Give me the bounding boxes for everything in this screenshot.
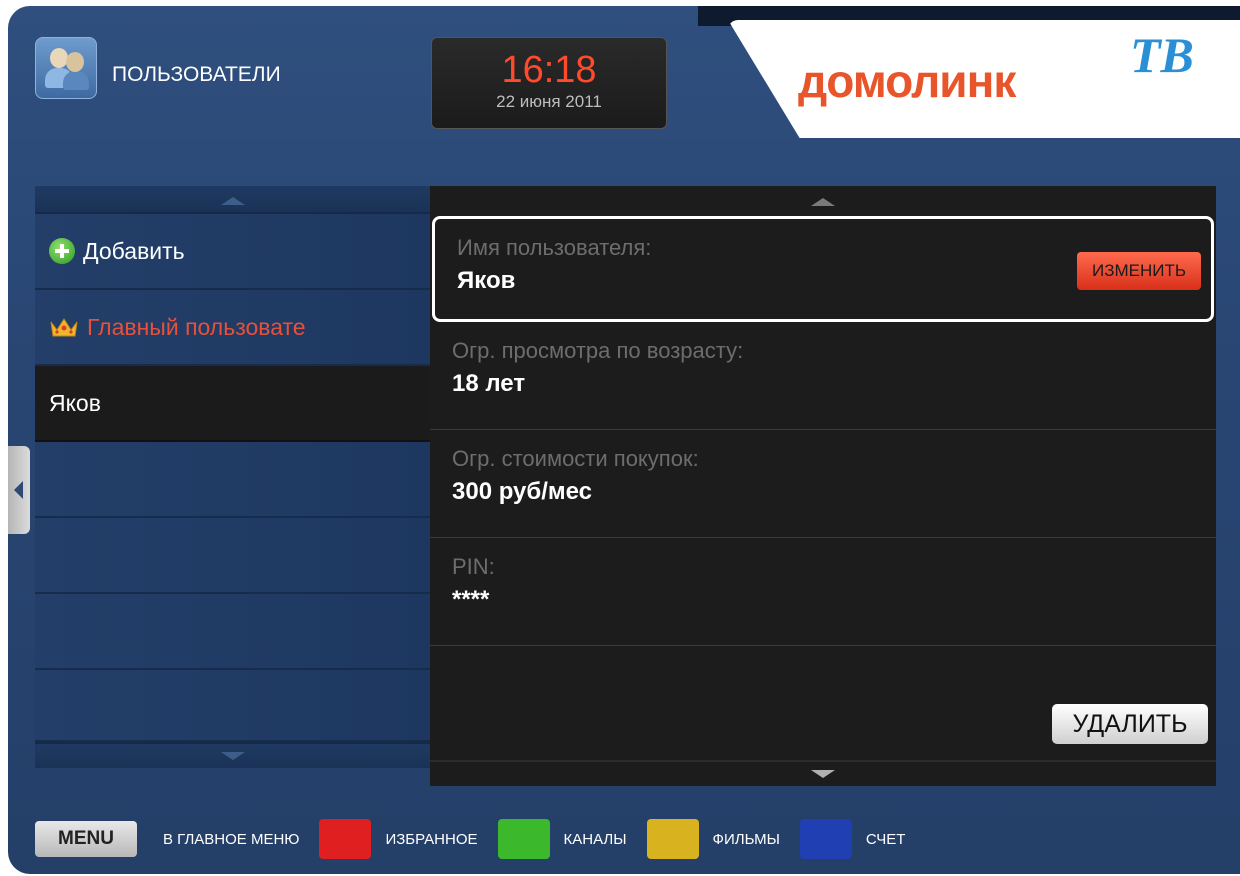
list-item-empty [35,670,430,742]
panel-top [8,138,1240,168]
list-item-add[interactable]: Добавить [35,214,430,290]
field-label: PIN: [452,554,495,579]
list-item-user[interactable]: Яков [35,366,430,442]
list-scroll-up[interactable] [35,186,430,214]
delete-button[interactable]: УДАЛИТЬ [1052,704,1208,744]
list-item-label: Добавить [83,237,185,264]
blue-key[interactable] [799,819,852,859]
logo-tv-mark: ТВ [1130,27,1194,83]
field-label: Огр. стоимости покупок: [452,446,699,471]
field-value: 18 лет [452,370,526,397]
yellow-key[interactable] [646,819,699,859]
crown-icon [50,318,78,337]
add-icon [49,238,75,264]
details-scroll-down[interactable] [430,760,1216,786]
account-label: СЧЕТ [865,830,906,848]
side-panel-toggle[interactable] [8,446,30,534]
logo-wordmark: домолинк [798,55,1016,107]
page-title: ПОЛЬЗОВАТЕЛИ [112,63,281,86]
details-scroll-up[interactable] [430,186,1216,216]
chevron-down-icon [811,770,835,778]
field-value: **** [452,586,490,613]
list-item-label: Главный пользовате [87,313,306,340]
green-key[interactable] [497,819,550,859]
field-label: Огр. просмотра по возрасту: [452,338,744,363]
list-item-empty [35,594,430,670]
channels-label: КАНАЛЫ [563,830,627,848]
field-pin[interactable]: PIN: **** [430,538,1216,646]
movies-label: ФИЛЬМЫ [712,830,780,848]
chevron-up-icon [811,198,835,206]
clock-widget: 16:18 22 июня 2011 [431,37,667,129]
chevron-down-icon [220,752,245,760]
field-username[interactable]: Имя пользователя: Яков ИЗМЕНИТЬ [432,216,1214,322]
user-list: Добавить Главный пользовате Яков [35,186,430,786]
clock-time: 16:18 [501,49,597,91]
clock-date: 22 июня 2011 [496,92,602,111]
user-details-panel: Имя пользователя: Яков ИЗМЕНИТЬ Огр. про… [430,186,1216,786]
field-age-limit[interactable]: Огр. просмотра по возрасту: 18 лет [430,322,1216,430]
field-value: 300 руб/мес [452,478,593,505]
list-item-empty [35,442,430,518]
main-menu-label: В ГЛАВНОЕ МЕНЮ [163,830,300,848]
chevron-up-icon [220,197,245,205]
users-icon [35,37,97,99]
list-item-main-user[interactable]: Главный пользовате [35,290,430,366]
change-button[interactable]: ИЗМЕНИТЬ [1077,252,1201,290]
field-purchase-limit[interactable]: Огр. стоимости покупок: 300 руб/мес [430,430,1216,538]
footer-hints: MENU В ГЛАВНОЕ МЕНЮ ИЗБРАННОЕ КАНАЛЫ ФИЛ… [35,814,1215,864]
menu-key[interactable]: MENU [35,821,137,857]
favorites-label: ИЗБРАННОЕ [385,830,478,848]
chevron-left-icon [14,481,23,499]
red-key[interactable] [319,819,372,859]
list-item-empty [35,518,430,594]
list-scroll-down[interactable] [35,742,430,768]
tv-screen: домолинк ТВ ПОЛЬЗОВАТЕЛИ 16:18 22 июня 2… [8,6,1240,874]
list-item-label: Яков [49,389,101,416]
